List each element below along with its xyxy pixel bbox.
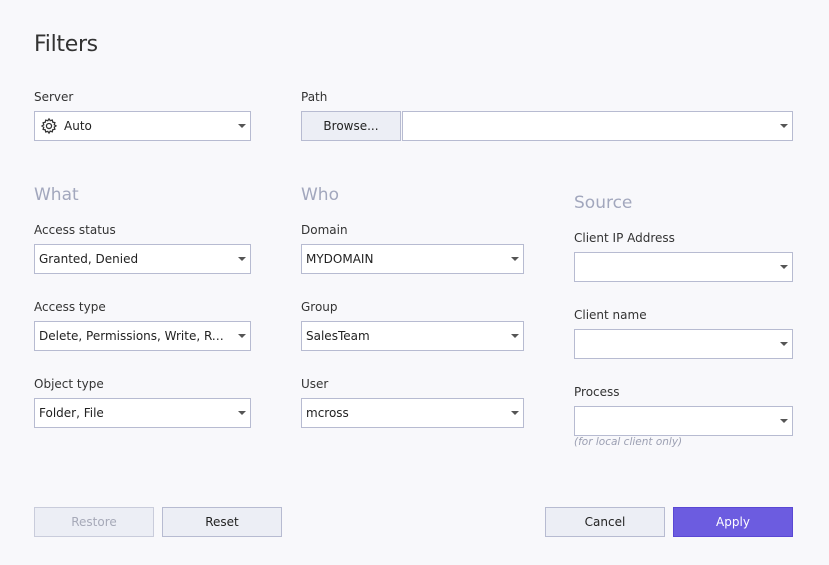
object-type-label: Object type — [34, 377, 104, 391]
group-label: Group — [301, 300, 338, 314]
reset-button[interactable]: Reset — [162, 507, 282, 537]
chevron-down-icon — [238, 411, 246, 415]
gear-icon — [40, 117, 58, 135]
who-heading: Who — [301, 185, 339, 205]
source-heading: Source — [574, 193, 633, 213]
chevron-down-icon — [780, 265, 788, 269]
domain-dropdown[interactable]: MYDOMAIN — [301, 244, 524, 274]
chevron-down-icon — [780, 342, 788, 346]
server-dropdown[interactable]: Auto — [34, 111, 251, 141]
access-status-value: Granted, Denied — [39, 252, 139, 266]
chevron-down-icon — [780, 419, 788, 423]
group-value: SalesTeam — [306, 329, 370, 343]
access-status-label: Access status — [34, 223, 116, 237]
path-label: Path — [301, 90, 328, 104]
dialog-title: Filters — [34, 32, 98, 57]
browse-button[interactable]: Browse... — [301, 111, 401, 141]
access-type-dropdown[interactable]: Delete, Permissions, Write, Rea... — [34, 321, 251, 351]
client-ip-label: Client IP Address — [574, 231, 675, 245]
chevron-down-icon — [238, 124, 246, 128]
object-type-value: Folder, File — [39, 406, 104, 420]
access-type-label: Access type — [34, 300, 106, 314]
client-name-label: Client name — [574, 308, 647, 322]
chevron-down-icon — [511, 411, 519, 415]
cancel-button[interactable]: Cancel — [545, 507, 665, 537]
user-label: User — [301, 377, 329, 391]
user-value: mcross — [306, 406, 349, 420]
client-name-dropdown[interactable] — [574, 329, 793, 359]
chevron-down-icon — [780, 124, 788, 128]
user-dropdown[interactable]: mcross — [301, 398, 524, 428]
process-label: Process — [574, 385, 620, 399]
group-dropdown[interactable]: SalesTeam — [301, 321, 524, 351]
chevron-down-icon — [238, 334, 246, 338]
path-combobox[interactable] — [402, 111, 793, 141]
process-hint: (for local client only) — [574, 436, 683, 448]
access-status-dropdown[interactable]: Granted, Denied — [34, 244, 251, 274]
restore-button[interactable]: Restore — [34, 507, 154, 537]
domain-label: Domain — [301, 223, 348, 237]
object-type-dropdown[interactable]: Folder, File — [34, 398, 251, 428]
chevron-down-icon — [511, 257, 519, 261]
chevron-down-icon — [511, 334, 519, 338]
server-value: Auto — [64, 119, 92, 133]
server-label: Server — [34, 90, 74, 104]
domain-value: MYDOMAIN — [306, 252, 374, 266]
chevron-down-icon — [238, 257, 246, 261]
client-ip-dropdown[interactable] — [574, 252, 793, 282]
what-heading: What — [34, 185, 79, 205]
apply-button[interactable]: Apply — [673, 507, 793, 537]
access-type-value: Delete, Permissions, Write, Rea... — [39, 329, 230, 343]
process-dropdown[interactable] — [574, 406, 793, 436]
